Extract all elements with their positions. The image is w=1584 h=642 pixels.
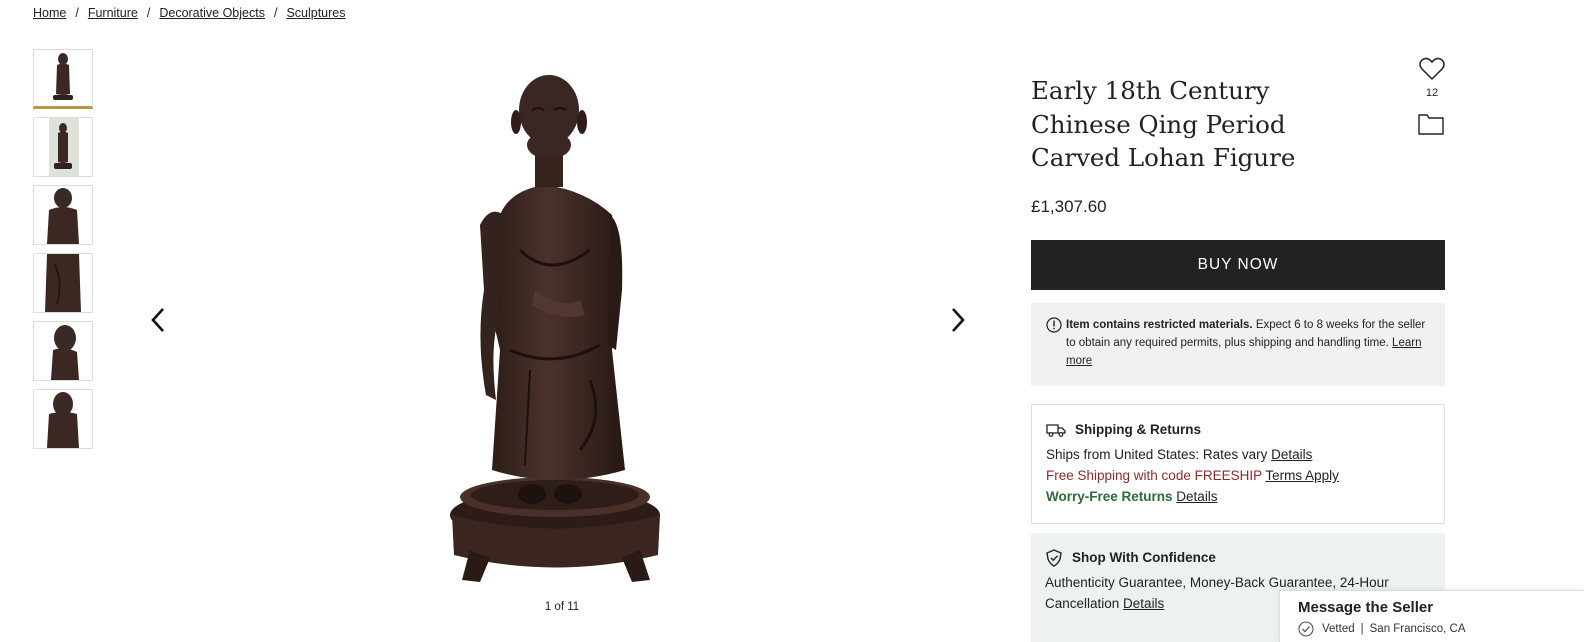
thumbnail-6[interactable] (33, 389, 93, 449)
breadcrumb-decorative-objects[interactable]: Decorative Objects (159, 6, 265, 20)
exclamation-circle-icon (1046, 317, 1062, 333)
shield-check-icon (1046, 548, 1062, 567)
buy-now-button[interactable]: BUY NOW (1031, 240, 1445, 290)
confidence-heading: Shop With Confidence (1072, 550, 1216, 565)
shipping-returns-panel: Shipping & Returns Ships from United Sta… (1031, 404, 1445, 524)
thumbnail-4[interactable] (33, 253, 93, 313)
shipping-heading: Shipping & Returns (1075, 422, 1201, 437)
thumbnail-1[interactable] (33, 49, 93, 109)
restricted-materials-notice: Item contains restricted materials. Expe… (1031, 303, 1445, 386)
breadcrumb-home[interactable]: Home (33, 6, 66, 20)
message-seller-title: Message the Seller (1298, 599, 1434, 616)
chevron-right-icon (952, 308, 965, 332)
chevron-left-icon (151, 308, 164, 332)
vetted-separator: | (1360, 623, 1364, 635)
shipping-details-link[interactable]: Details (1271, 447, 1312, 462)
breadcrumb: Home / Furniture / Decorative Objects / … (33, 6, 346, 20)
favorite-count: 12 (1425, 87, 1439, 99)
notice-bold-text: Item contains restricted materials. (1066, 319, 1253, 331)
product-title: Early 18th Century Chinese Qing Period C… (1031, 76, 1296, 172)
image-counter: 1 of 11 (544, 601, 580, 613)
main-product-image[interactable] (440, 50, 680, 595)
breadcrumb-separator: / (273, 6, 278, 20)
seller-location: San Francisco, CA (1369, 623, 1466, 635)
favorite-button[interactable]: 12 (1415, 56, 1449, 99)
thumbnail-3[interactable] (33, 185, 93, 245)
confidence-details-link[interactable]: Details (1123, 596, 1164, 611)
vetted-label: Vetted (1322, 623, 1355, 635)
breadcrumb-separator: / (75, 6, 79, 20)
breadcrumb-furniture[interactable]: Furniture (88, 6, 138, 20)
message-seller-widget[interactable]: Message the Seller Vetted | San Francisc… (1279, 590, 1584, 642)
returns-text: Worry-Free Returns (1046, 489, 1173, 504)
prev-image-button[interactable] (143, 300, 173, 340)
folder-icon (1418, 114, 1444, 135)
breadcrumb-sculptures[interactable]: Sculptures (286, 6, 345, 20)
heart-icon (1419, 57, 1445, 81)
free-shipping-text: Free Shipping with code FREESHIP (1046, 468, 1266, 483)
terms-apply-link[interactable]: Terms Apply (1265, 468, 1339, 483)
vetted-check-icon (1298, 621, 1314, 637)
breadcrumb-separator: / (146, 6, 151, 20)
add-to-folder-button[interactable] (1418, 112, 1444, 140)
truck-icon (1046, 423, 1066, 437)
shipping-rates-line: Ships from United States: Rates vary Det… (1046, 444, 1430, 465)
returns-details-link[interactable]: Details (1176, 489, 1217, 504)
thumbnail-5[interactable] (33, 321, 93, 381)
thumbnail-2[interactable] (33, 117, 93, 177)
returns-line: Worry-Free Returns Details (1046, 486, 1430, 507)
shipping-rates-text: Ships from United States: Rates vary (1046, 447, 1272, 462)
free-shipping-line: Free Shipping with code FREESHIP Terms A… (1046, 465, 1430, 486)
thumbnail-list (33, 49, 93, 457)
product-price: £1,307.60 (1031, 197, 1107, 216)
next-image-button[interactable] (943, 300, 973, 340)
